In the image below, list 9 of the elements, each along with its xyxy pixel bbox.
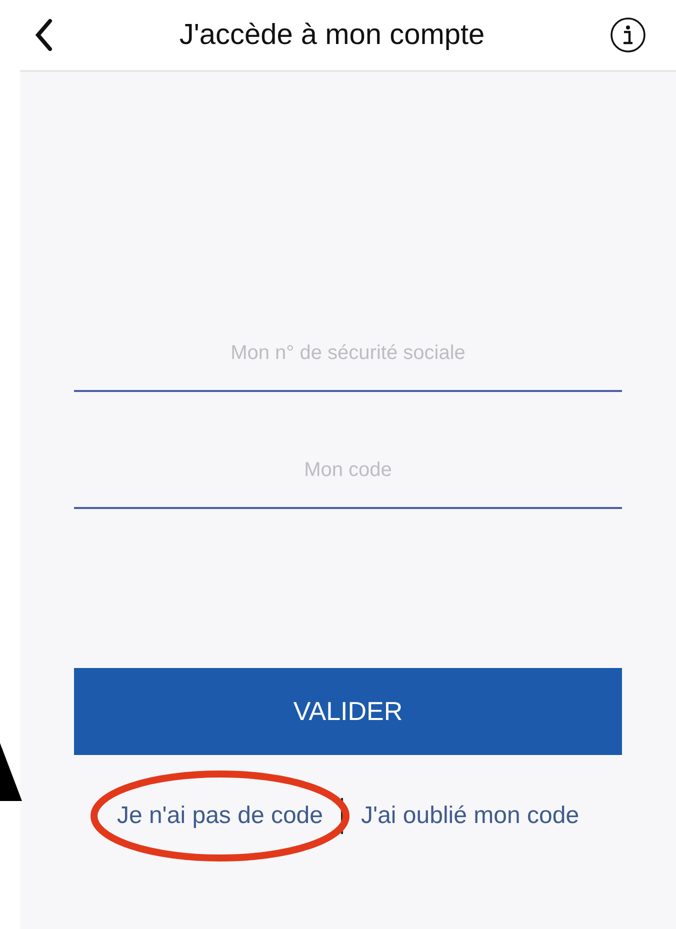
account-link[interactable]: J'ai oublié mon code <box>343 802 598 830</box>
info-icon <box>610 17 646 53</box>
back-chevron-icon <box>34 18 54 52</box>
info-button[interactable] <box>610 17 646 53</box>
back-button[interactable] <box>34 18 54 52</box>
input-field[interactable]: Mon code <box>74 447 622 509</box>
input-field[interactable]: Mon n° de sécurité sociale <box>74 330 622 392</box>
validate-button[interactable]: VALIDER <box>74 668 622 755</box>
screen-title: J'accède à mon compte <box>179 18 485 52</box>
